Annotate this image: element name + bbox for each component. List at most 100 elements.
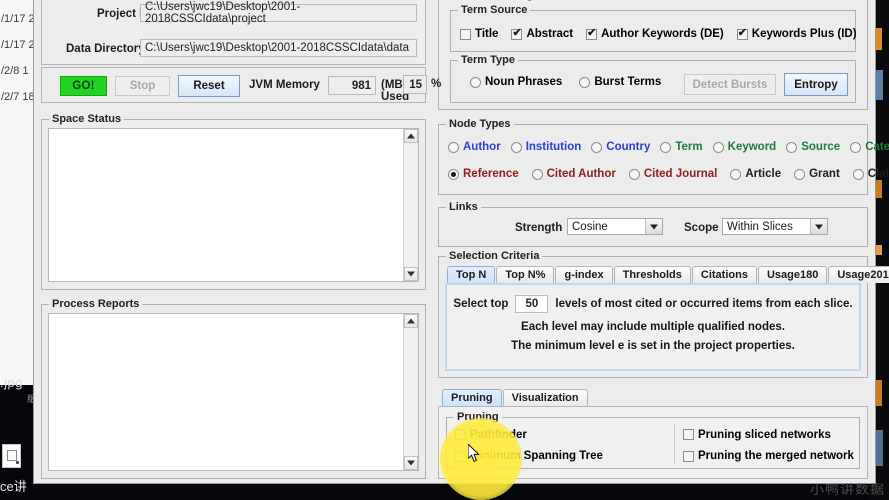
scroll-up-button[interactable] <box>404 129 418 143</box>
radio-icon[interactable] <box>448 168 459 180</box>
checkbox-pruning-sliced-networks[interactable]: Pruning sliced networks <box>683 429 831 441</box>
tab-usage2013[interactable]: Usage2013 <box>828 266 889 283</box>
tab-citations[interactable]: Citations <box>691 266 757 283</box>
reset-button[interactable]: Reset <box>178 75 240 97</box>
actions-toolbar: GO! Stop Reset JVM Memory 981 (MB) Used <box>41 67 426 103</box>
scope-select[interactable]: Within Slices <box>722 218 828 235</box>
radio-node-author[interactable]: Author <box>448 141 501 153</box>
radio-icon[interactable] <box>470 76 481 88</box>
radio-noun-phrases[interactable]: Noun Phrases <box>470 76 562 88</box>
process-reports-textarea[interactable] <box>48 313 419 471</box>
checkbox-title[interactable]: Title <box>460 28 498 40</box>
strength-select[interactable]: Cosine <box>567 218 663 235</box>
arrow-up-icon <box>407 318 415 324</box>
checkbox-pathfinder[interactable]: Pathfinder <box>455 429 527 441</box>
background-thumbnail-icon <box>2 444 21 468</box>
background-taskbar-label: ce讲 <box>0 479 27 494</box>
data-directory-input[interactable]: C:\Users\jwc19\Desktop\2001-2018CSSCIdat… <box>140 39 417 57</box>
select-top-label: Select top <box>453 298 509 310</box>
chevron-down-icon[interactable] <box>810 219 827 234</box>
jvm-memory-value: 981 <box>328 76 376 95</box>
checkbox-icon[interactable] <box>736 26 748 40</box>
scroll-down-button[interactable] <box>404 267 418 281</box>
radio-icon[interactable] <box>852 168 864 180</box>
tab-top-n[interactable]: Top N <box>447 266 496 283</box>
text-processing-title: Text Processing <box>446 0 537 1</box>
detect-bursts-button[interactable]: Detect Bursts <box>684 74 776 95</box>
radio-label: Claim <box>867 168 889 180</box>
checkbox-icon[interactable] <box>683 450 694 462</box>
radio-icon[interactable] <box>786 141 798 153</box>
tab-top-n-percent[interactable]: Top N% <box>496 266 555 283</box>
radio-label: Term <box>675 141 703 153</box>
tab-visualization[interactable]: Visualization <box>502 389 588 406</box>
radio-icon[interactable] <box>448 141 459 153</box>
percent-symbol-label: % <box>431 78 442 90</box>
scroll-up-button[interactable] <box>404 314 418 328</box>
radio-node-claim[interactable]: Claim <box>852 168 889 180</box>
space-status-panel: Space Status <box>41 113 426 290</box>
radio-label: Keyword <box>727 141 777 153</box>
entropy-button[interactable]: Entropy <box>784 73 848 96</box>
scope-label: Scope <box>684 222 719 234</box>
radio-node-source[interactable]: Source <box>786 141 840 153</box>
radio-node-country[interactable]: Country <box>591 141 650 153</box>
tab-thresholds[interactable]: Thresholds <box>613 266 691 283</box>
tab-g-index[interactable]: g-index <box>555 266 613 283</box>
checkbox-keywords-plus[interactable]: Keywords Plus (ID) <box>736 26 857 40</box>
radio-label: Institution <box>525 141 582 153</box>
radio-icon[interactable] <box>730 168 742 180</box>
arrow-down-icon <box>407 271 415 277</box>
radio-icon[interactable] <box>510 141 522 153</box>
checkbox-label: Title <box>475 28 499 40</box>
scroll-down-button[interactable] <box>404 456 418 470</box>
radio-icon[interactable] <box>850 141 862 153</box>
checkbox-icon[interactable] <box>586 26 598 40</box>
screenshot-root: /1/17 2 /1/17 2 /2/8 1 /2/7 18 .jpg 版 ce… <box>0 0 889 500</box>
radio-burst-terms[interactable]: Burst Terms <box>579 76 661 88</box>
radio-node-grant[interactable]: Grant <box>794 168 840 180</box>
background-jpg-label: .jpg <box>0 375 23 390</box>
selection-criteria-tabs: Top N Top N% g-index Thresholds Citation… <box>445 264 889 283</box>
checkbox-icon[interactable] <box>460 28 471 40</box>
radio-node-reference[interactable]: Reference <box>448 168 519 180</box>
go-button[interactable]: GO! <box>60 76 107 96</box>
space-status-textarea[interactable] <box>48 128 419 282</box>
process-reports-scrollbar[interactable] <box>403 314 418 470</box>
radio-icon[interactable] <box>579 76 591 88</box>
radio-icon[interactable] <box>591 141 603 153</box>
checkbox-author-keywords[interactable]: Author Keywords (DE) <box>586 26 724 40</box>
radio-icon[interactable] <box>794 168 806 180</box>
radio-icon[interactable] <box>712 141 724 153</box>
checkbox-label: Abstract <box>526 28 574 40</box>
radio-node-article[interactable]: Article <box>730 168 781 180</box>
checkbox-icon[interactable] <box>455 450 466 462</box>
tab-usage180[interactable]: Usage180 <box>757 266 828 283</box>
checkbox-icon[interactable] <box>683 429 694 440</box>
radio-node-keyword[interactable]: Keyword <box>712 141 777 153</box>
radio-node-term[interactable]: Term <box>660 141 703 153</box>
radio-node-category[interactable]: Category <box>850 141 889 153</box>
radio-node-cited-journal[interactable]: Cited Journal <box>628 168 717 180</box>
radio-node-cited-author[interactable]: Cited Author <box>531 168 616 180</box>
radio-icon[interactable] <box>660 141 672 153</box>
tab-pruning[interactable]: Pruning <box>442 389 502 406</box>
chevron-down-icon[interactable] <box>645 219 662 234</box>
selection-criteria-line2: Each level may include multiple qualifie… <box>521 321 785 333</box>
checkbox-icon[interactable] <box>455 429 466 440</box>
top-n-input[interactable]: 50 <box>515 295 549 313</box>
radio-icon[interactable] <box>628 168 640 180</box>
checkbox-abstract[interactable]: Abstract <box>511 26 574 40</box>
background-accent-bar <box>875 380 882 406</box>
radio-node-institution[interactable]: Institution <box>510 141 582 153</box>
checkbox-icon[interactable] <box>511 26 523 40</box>
space-status-scrollbar[interactable] <box>403 129 418 281</box>
stop-button[interactable]: Stop <box>115 76 170 96</box>
project-home-input[interactable]: C:\Users\jwc19\Desktop\2001-2018CSSCIdat… <box>140 1 417 25</box>
checkbox-minimum-spanning-tree[interactable]: Minimum Spanning Tree <box>455 450 603 462</box>
arrow-up-icon <box>407 133 415 139</box>
checkbox-pruning-merged-network[interactable]: Pruning the merged network <box>683 450 854 462</box>
term-type-group: Term Type Noun Phrases Burst Terms Detec… <box>450 54 856 103</box>
radio-icon[interactable] <box>531 168 543 180</box>
links-title: Links <box>446 201 481 213</box>
